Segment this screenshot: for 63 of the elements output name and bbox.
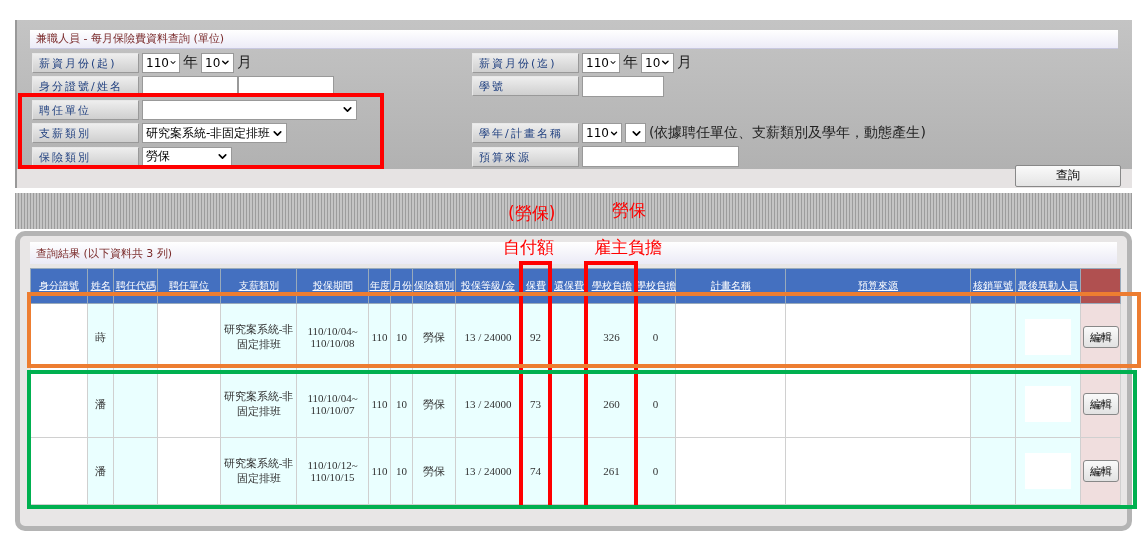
edit-button[interactable]: 編輯 xyxy=(1082,326,1119,348)
table-cell-text: 研究案系統-非固定排班 xyxy=(222,389,295,419)
table-cell: 勞保 xyxy=(423,396,445,412)
table-cell: 92 xyxy=(530,331,541,343)
table-cell: 110 xyxy=(371,465,388,477)
annotation-label: 自付額 xyxy=(503,236,554,259)
table-cell: 13 / 24000 xyxy=(464,465,512,477)
table-cell: 潘 xyxy=(95,463,106,479)
unit-label: 月 xyxy=(237,53,252,73)
table-cell: 110 xyxy=(371,398,388,410)
table-cell: 326 xyxy=(603,331,620,343)
table-cell: 0 xyxy=(652,398,659,410)
field-label: 學號 xyxy=(472,76,579,97)
unit-select[interactable] xyxy=(142,99,357,120)
field-label: 保險類別 xyxy=(32,146,139,167)
panel-title: 兼職人員 - 每月保險費資料查詢 (單位) xyxy=(30,30,1118,49)
pay-type-select[interactable]: 研究案系統-非固定排班 xyxy=(142,123,287,144)
field-label: 薪資月份(迄) xyxy=(472,52,579,73)
table-cell: 蒔 xyxy=(95,329,106,345)
table-cell: 260 xyxy=(603,398,620,410)
table-cell: 110/10/12~ 110/10/15 xyxy=(307,459,358,483)
field-label: 聘任單位 xyxy=(32,99,139,120)
unit-label: 年 xyxy=(183,53,198,73)
unit-label: 月 xyxy=(677,53,692,73)
field-label: 預算來源 xyxy=(472,146,579,167)
year-select[interactable]: 110 xyxy=(582,52,620,73)
query-button[interactable]: 查詢 xyxy=(1015,164,1121,187)
table-cell: 110 xyxy=(371,331,388,343)
table-cell: 74 xyxy=(530,465,541,477)
table-cell: 0 xyxy=(652,331,659,343)
table-cell: 10 xyxy=(396,398,407,410)
year-select[interactable]: 110 xyxy=(142,52,180,73)
table-cell: 勞保 xyxy=(423,463,445,479)
student-id-input[interactable] xyxy=(582,75,664,97)
annotation-label: 勞保 xyxy=(612,199,646,222)
edit-button[interactable]: 編輯 xyxy=(1082,460,1119,482)
table-cell: 10 xyxy=(396,331,407,343)
month-select[interactable]: 10 xyxy=(201,52,234,73)
year-select[interactable]: 110 xyxy=(582,123,622,144)
annotation-label: 雇主負擔 xyxy=(594,236,662,259)
table-cell: 13 / 24000 xyxy=(464,331,512,343)
table-cell: 0 xyxy=(652,465,659,477)
field-label: 學年/計畫名稱 xyxy=(472,123,579,144)
annotation-label: (勞保) xyxy=(508,202,556,225)
table-cell: 10 xyxy=(396,465,407,477)
plan-select[interactable] xyxy=(625,123,646,144)
table-cell: 110/10/04~ 110/10/08 xyxy=(307,325,358,349)
table-cell: 73 xyxy=(530,398,541,410)
table-cell: 勞保 xyxy=(423,329,445,345)
unit-label: 年 xyxy=(623,53,638,73)
table-cell: 261 xyxy=(603,465,620,477)
field-label: 支薪類別 xyxy=(32,123,139,144)
field-label: 薪資月份(起) xyxy=(32,52,139,73)
table-cell: 13 / 24000 xyxy=(464,398,512,410)
insurance-select[interactable]: 勞保 xyxy=(142,146,232,167)
month-select[interactable]: 10 xyxy=(641,52,674,73)
hint-text: (依據聘任單位、支薪類別及學年，動態產生) xyxy=(649,124,926,143)
table-cell: 潘 xyxy=(95,396,106,412)
table-cell-text: 研究案系統-非固定排班 xyxy=(222,456,295,486)
edit-button[interactable]: 編輯 xyxy=(1082,393,1119,415)
table-cell: 110/10/04~ 110/10/07 xyxy=(307,392,358,416)
budget-input[interactable] xyxy=(582,146,739,168)
table-cell-text: 研究案系統-非固定排班 xyxy=(222,322,295,352)
